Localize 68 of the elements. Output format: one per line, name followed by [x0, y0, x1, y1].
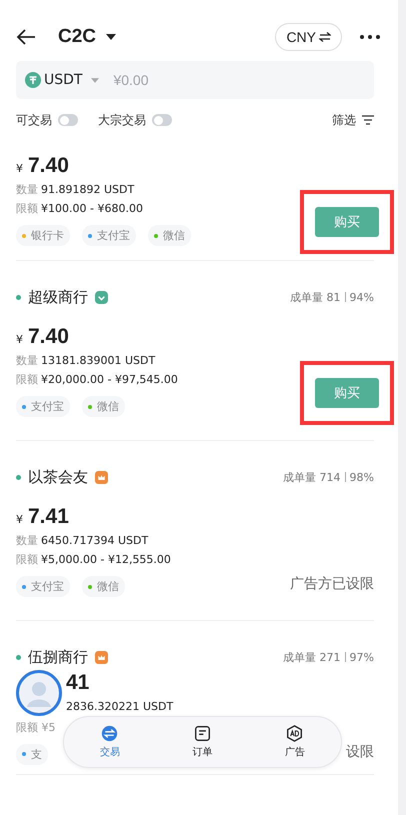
- amount-search-bar[interactable]: USDT ¥0.00: [16, 61, 374, 99]
- swap-icon: [319, 32, 331, 42]
- online-dot: [16, 654, 21, 660]
- completion-rate: 97%: [350, 650, 374, 664]
- quantity-label: 数量: [16, 534, 38, 547]
- caret-icon[interactable]: [106, 34, 116, 40]
- online-dot: [16, 294, 21, 300]
- document-icon: [194, 725, 211, 742]
- tether-coin-icon: [25, 72, 41, 88]
- price: 7.40: [28, 324, 69, 350]
- currency-symbol: ¥: [16, 333, 23, 346]
- quantity-label: 数量: [16, 354, 38, 367]
- toggle-label: 可交易: [16, 112, 52, 128]
- page-title[interactable]: C2C: [58, 26, 96, 48]
- avatar-circle[interactable]: [16, 670, 62, 716]
- payment-tag: 支付宝: [16, 576, 70, 597]
- quantity-value: 13181.839001 USDT: [41, 354, 156, 367]
- limit-value: ¥5,000.00 - ¥12,555.00: [41, 553, 171, 566]
- quantity-value: 6450.717394 USDT: [41, 534, 148, 547]
- filter-label[interactable]: 筛选: [332, 112, 356, 128]
- nav-tab[interactable]: 交易: [92, 717, 128, 767]
- currency-symbol: ¥: [16, 513, 23, 526]
- payment-tag: 银行卡: [16, 225, 70, 246]
- limit-label: 限额: [16, 373, 38, 386]
- payment-tag: 微信: [148, 225, 191, 246]
- price: 41: [66, 670, 90, 696]
- merchant-name[interactable]: 以茶会友: [28, 468, 88, 486]
- payment-tag: 微信: [82, 576, 125, 597]
- completion-rate: 94%: [350, 290, 374, 304]
- nav-tab[interactable]: 订单: [184, 717, 220, 767]
- crown-badge-icon: [95, 650, 108, 664]
- limit-value: 限额 ¥5: [16, 720, 56, 736]
- quantity-value: 91.891892 USDT: [41, 183, 134, 196]
- toggle-switch[interactable]: [58, 114, 78, 126]
- nav-tab[interactable]: 广告: [276, 717, 313, 767]
- price: 7.41: [28, 504, 69, 530]
- swap-icon: [101, 725, 118, 742]
- limit-value: ¥100.00 - ¥680.00: [41, 202, 143, 215]
- restriction-notice: 设限: [346, 743, 374, 761]
- hexagon-ad-icon: [286, 725, 304, 742]
- restriction-notice: 广告方已设限: [290, 575, 374, 593]
- price: 7.40: [28, 153, 69, 179]
- toggle-switch[interactable]: [152, 114, 172, 126]
- merchant-name[interactable]: 超级商行: [28, 288, 88, 306]
- limit-label: 限额: [16, 553, 38, 566]
- back-arrow-icon[interactable]: [16, 29, 36, 45]
- payment-tag: 支: [16, 744, 48, 764]
- limit-label: 限额: [16, 202, 38, 215]
- online-dot: [16, 474, 21, 480]
- toggle-label: 大宗交易: [98, 112, 146, 128]
- more-icon[interactable]: [360, 35, 380, 39]
- coin-selector[interactable]: USDT: [44, 72, 82, 88]
- limit-value: ¥20,000.00 - ¥97,545.00: [41, 373, 178, 386]
- currency-button[interactable]: CNY: [275, 23, 342, 51]
- crown-badge-icon: [95, 470, 108, 484]
- quantity-value: 2836.320221 USDT: [66, 700, 174, 713]
- quantity-label: 数量: [16, 183, 38, 196]
- payment-tag: 支付宝: [82, 225, 136, 246]
- payment-tag: 微信: [82, 396, 125, 417]
- order-count: 成单量 714: [283, 470, 341, 484]
- payment-tag: 支付宝: [16, 396, 70, 417]
- order-count: 成单量 81: [290, 290, 341, 304]
- currency-symbol: ¥: [16, 162, 23, 175]
- completion-rate: 98%: [350, 470, 374, 484]
- order-count: 成单量 271: [283, 650, 341, 664]
- filter-icon[interactable]: [362, 115, 374, 125]
- amount-input[interactable]: ¥0.00: [111, 71, 365, 89]
- merchant-name[interactable]: 伍捌商行: [28, 648, 88, 666]
